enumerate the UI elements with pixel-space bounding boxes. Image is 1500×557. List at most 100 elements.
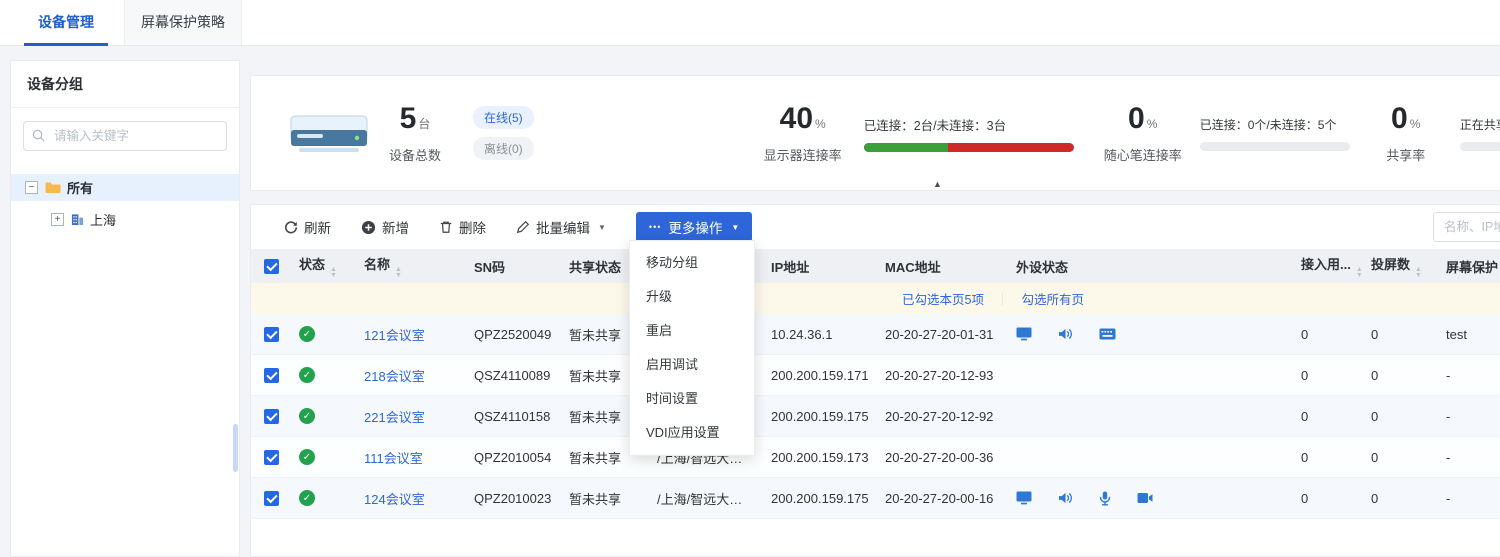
- expand-node-icon[interactable]: +: [51, 213, 64, 226]
- pen-rate-detail: 已连接：0个/未连接：5个: [1200, 116, 1350, 133]
- table-row[interactable]: ✓111会议室QPZ2010054暂未共享/上海/智远大…200.200.159…: [251, 437, 1500, 478]
- plus-circle-icon: [361, 220, 376, 235]
- sort-icon[interactable]: ▲▼: [1415, 267, 1422, 278]
- tree-node-label: 上海: [90, 210, 116, 229]
- selection-count-text: 已勾选本页5项: [902, 293, 984, 307]
- top-tab-bar: 设备管理 屏幕保护策略: [0, 0, 1500, 46]
- column-header-接入用...[interactable]: 接入用...▲▼: [1293, 249, 1363, 283]
- table-search-input[interactable]: [1433, 212, 1500, 242]
- scrollbar-thumb[interactable]: [233, 424, 238, 472]
- mac-cell: 20-20-27-20-00-36: [877, 437, 1008, 478]
- column-header-名称[interactable]: 名称▲▼: [356, 249, 466, 283]
- device-name-link[interactable]: 121会议室: [364, 328, 425, 343]
- column-header-外设状态: 外设状态: [1008, 249, 1293, 283]
- sort-icon[interactable]: ▲▼: [330, 267, 337, 278]
- more-actions-button[interactable]: ••• 更多操作 ▼: [636, 212, 752, 242]
- table-row[interactable]: ✓221会议室QSZ4110158暂未共享200.200.159.17520-2…: [251, 396, 1500, 437]
- row-checkbox[interactable]: [264, 327, 279, 342]
- tab-screen-protection-policy[interactable]: 屏幕保护策略: [124, 0, 242, 45]
- delete-button[interactable]: 删除: [439, 217, 486, 237]
- pen-progress-bar: [1200, 142, 1350, 151]
- menu-item-3[interactable]: 重启: [630, 314, 754, 348]
- collapse-stats-icon[interactable]: ▲: [933, 179, 942, 189]
- cast-count-cell: 0: [1363, 478, 1438, 519]
- more-actions-menu: 移动分组升级重启启用调试时间设置VDI应用设置: [629, 240, 755, 456]
- table-toolbar: 刷新 新增 删除 批量编辑 ▼ ••• 更多操作 ▼: [251, 205, 1500, 249]
- column-header-投屏数[interactable]: 投屏数▲▼: [1363, 249, 1438, 283]
- status-online-icon: ✓: [299, 326, 315, 342]
- delete-label: 删除: [459, 217, 486, 237]
- speaker-icon: [1058, 327, 1073, 341]
- peripherals-cell: [1008, 355, 1293, 396]
- sort-icon[interactable]: ▲▼: [1356, 267, 1363, 278]
- access-users-cell: 0: [1293, 355, 1363, 396]
- collapse-node-icon[interactable]: −: [25, 181, 38, 194]
- peripherals-cell: [1008, 437, 1293, 478]
- menu-item-6[interactable]: VDI应用设置: [630, 416, 754, 450]
- offline-badge[interactable]: 离线(0): [473, 137, 534, 160]
- status-online-icon: ✓: [299, 490, 315, 506]
- panel-title: 设备分组: [11, 61, 239, 108]
- screen-protect-cell: -: [1438, 396, 1500, 437]
- share-rate-stat: 0% 共享率 正在共享：0台: [1374, 103, 1500, 164]
- row-checkbox[interactable]: [264, 450, 279, 465]
- monitor-progress-fill: [864, 143, 948, 152]
- device-management-page: 设备管理 屏幕保护策略 设备分组 − 所有 +: [0, 0, 1500, 557]
- table-header-row: 状态▲▼名称▲▼SN码共享状态IP地址MAC地址外设状态接入用...▲▼投屏数▲…: [251, 249, 1500, 283]
- monitor-icon: [1016, 491, 1032, 505]
- mic-icon: [1099, 491, 1111, 506]
- refresh-label: 刷新: [304, 217, 331, 237]
- device-name-link[interactable]: 111会议室: [364, 451, 423, 466]
- share-state-cell: 暂未共享: [561, 478, 649, 519]
- refresh-button[interactable]: 刷新: [284, 217, 331, 237]
- menu-item-2[interactable]: 升级: [630, 280, 754, 314]
- device-name-link[interactable]: 218会议室: [364, 369, 425, 384]
- menu-item-5[interactable]: 时间设置: [630, 382, 754, 416]
- table-row[interactable]: ✓121会议室QPZ2520049暂未共享10.24.36.120-20-27-…: [251, 314, 1500, 355]
- more-dots-icon: •••: [649, 222, 661, 232]
- sn-cell: QPZ2010023: [466, 478, 561, 519]
- sn-cell: QPZ2520049: [466, 314, 561, 355]
- sort-icon[interactable]: ▲▼: [395, 267, 402, 278]
- keyboard-icon: [1099, 328, 1116, 340]
- menu-item-1[interactable]: 移动分组: [630, 246, 754, 280]
- online-badge[interactable]: 在线(5): [473, 106, 534, 129]
- device-group-panel: 设备分组 − 所有 + 上海: [10, 60, 240, 557]
- mac-cell: 20-20-27-20-00-16: [877, 478, 1008, 519]
- group-search-input[interactable]: [23, 121, 227, 151]
- device-total-value: 5: [400, 102, 417, 135]
- trash-icon: [439, 220, 453, 234]
- column-header-MAC地址: MAC地址: [877, 249, 1008, 283]
- table-row[interactable]: ✓124会议室QPZ2010023暂未共享/上海/智远大…200.200.159…: [251, 478, 1500, 519]
- tree-node-all[interactable]: − 所有: [11, 174, 239, 201]
- table-row[interactable]: ✓218会议室QSZ4110089暂未共享200.200.159.17120-2…: [251, 355, 1500, 396]
- row-checkbox[interactable]: [264, 491, 279, 506]
- status-online-icon: ✓: [299, 408, 315, 424]
- row-checkbox[interactable]: [264, 368, 279, 383]
- add-button[interactable]: 新增: [361, 217, 409, 237]
- menu-item-4[interactable]: 启用调试: [630, 348, 754, 382]
- select-all-header: [251, 249, 291, 283]
- camera-icon: [1137, 492, 1153, 504]
- screen-protect-cell: -: [1438, 478, 1500, 519]
- select-all-pages-link[interactable]: 勾选所有页: [1021, 293, 1084, 307]
- tree-node-shanghai[interactable]: + 上海: [11, 206, 239, 233]
- access-users-cell: 0: [1293, 396, 1363, 437]
- device-name-link[interactable]: 124会议室: [364, 492, 425, 507]
- building-icon: [71, 213, 84, 226]
- select-all-checkbox[interactable]: [264, 259, 279, 274]
- share-rate-label: 共享率: [1374, 145, 1438, 164]
- device-total-unit: 台: [418, 117, 430, 131]
- search-icon: [32, 129, 45, 142]
- selection-info-bar: 已勾选本页5项 ｜ 勾选所有页: [251, 283, 1500, 314]
- sn-cell: QSZ4110158: [466, 396, 561, 437]
- device-name-link[interactable]: 221会议室: [364, 410, 425, 425]
- batch-edit-button[interactable]: 批量编辑 ▼: [516, 217, 606, 237]
- column-header-状态[interactable]: 状态▲▼: [291, 249, 356, 283]
- mac-cell: 20-20-27-20-12-93: [877, 355, 1008, 396]
- cast-count-cell: 0: [1363, 437, 1438, 478]
- monitor-rate-value: 40: [780, 102, 813, 135]
- mac-cell: 20-20-27-20-12-92: [877, 396, 1008, 437]
- tab-device-management[interactable]: 设备管理: [22, 0, 110, 45]
- row-checkbox[interactable]: [264, 409, 279, 424]
